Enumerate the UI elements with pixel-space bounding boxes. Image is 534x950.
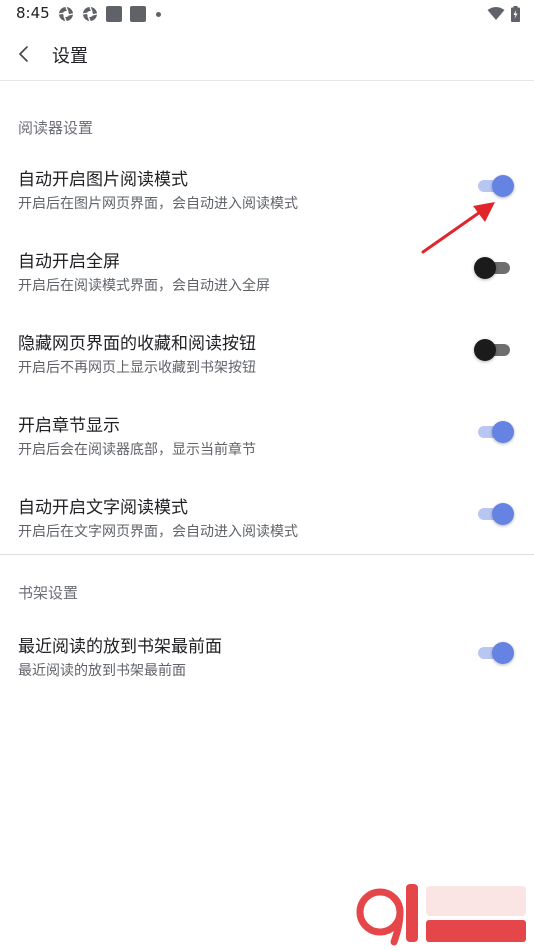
status-icons-right (487, 6, 520, 22)
back-button[interactable] (10, 40, 38, 68)
setting-row-chapter-display[interactable]: 开启章节显示 开启后会在阅读器底部，显示当前章节 (0, 401, 534, 473)
status-time: 8:45 (16, 4, 50, 22)
switch-thumb (474, 257, 496, 279)
app-bar: 设置 (0, 28, 534, 81)
section-header-bookshelf: 书架设置 (18, 584, 79, 602)
toggle-switch[interactable] (476, 420, 514, 444)
status-bar: 8:45 (0, 0, 534, 28)
switch-thumb (474, 339, 496, 361)
setting-row-recent-first[interactable]: 最近阅读的放到书架最前面 最近阅读的放到书架最前面 (0, 622, 534, 694)
switch-thumb (492, 642, 514, 664)
section-divider (0, 554, 534, 555)
status-icons-left (58, 6, 161, 22)
wifi-icon (487, 7, 505, 20)
setting-subtitle: 开启后在阅读模式界面，会自动进入全屏 (18, 278, 270, 294)
aperture-icon (82, 6, 98, 22)
switch-thumb (492, 503, 514, 525)
setting-subtitle: 开启后在文字网页界面，会自动进入阅读模式 (18, 524, 298, 540)
setting-title: 自动开启文字阅读模式 (18, 498, 188, 518)
setting-row-hide-buttons[interactable]: 隐藏网页界面的收藏和阅读按钮 开启后不再网页上显示收藏到书架按钮 (0, 319, 534, 391)
app-square-icon (130, 6, 146, 22)
setting-title: 开启章节显示 (18, 416, 120, 436)
app-square-icon (106, 6, 122, 22)
setting-subtitle: 最近阅读的放到书架最前面 (18, 663, 186, 679)
annotation-arrow-icon (421, 202, 495, 254)
switch-thumb (492, 421, 514, 443)
setting-title: 最近阅读的放到书架最前面 (18, 637, 222, 657)
setting-title: 自动开启图片阅读模式 (18, 170, 188, 190)
setting-title: 隐藏网页界面的收藏和阅读按钮 (18, 334, 256, 354)
section-header-reader: 阅读器设置 (18, 119, 94, 137)
aperture-icon (58, 6, 74, 22)
watermark-logo-icon (356, 884, 526, 946)
toggle-switch[interactable] (476, 641, 514, 665)
setting-subtitle: 开启后不再网页上显示收藏到书架按钮 (18, 360, 256, 376)
setting-subtitle: 开启后会在阅读器底部，显示当前章节 (18, 442, 256, 458)
toggle-switch[interactable] (476, 502, 514, 526)
setting-title: 自动开启全屏 (18, 252, 120, 272)
toggle-switch[interactable] (474, 338, 512, 362)
notification-dot-icon (156, 11, 161, 17)
setting-row-auto-text-reader[interactable]: 自动开启文字阅读模式 开启后在文字网页界面，会自动进入阅读模式 (0, 483, 534, 555)
page-title: 设置 (52, 46, 88, 67)
setting-subtitle: 开启后在图片网页界面，会自动进入阅读模式 (18, 196, 298, 212)
battery-icon (511, 6, 520, 22)
chevron-left-icon (19, 46, 28, 62)
